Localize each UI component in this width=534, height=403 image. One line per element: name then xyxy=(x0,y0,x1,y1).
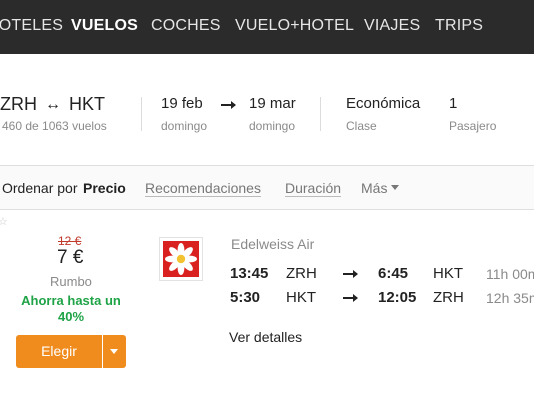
cabin-class-label: Clase xyxy=(346,119,377,133)
flight-result-card[interactable]: ☆ 12 € 7 € Rumbo Ahorra hasta un 40% Ele… xyxy=(0,211,534,403)
return-day: domingo xyxy=(249,119,296,133)
date-arrow-icon xyxy=(221,101,236,109)
select-button[interactable]: Elegir xyxy=(16,335,102,368)
airline-logo xyxy=(159,237,203,281)
nav-item-vuelos[interactable]: VUELOS xyxy=(71,17,138,35)
inbound-to: ZRH xyxy=(433,289,464,306)
inbound-duration: 12h 35m xyxy=(486,290,534,306)
nav-item-hoteles[interactable]: HOTELES xyxy=(0,17,63,35)
passenger-count[interactable]: 1 xyxy=(449,95,457,112)
divider xyxy=(141,97,142,131)
outbound-arr-time: 6:45 xyxy=(378,265,409,282)
inbound-dep-time: 5:30 xyxy=(230,289,261,306)
airline-name: Edelweiss Air xyxy=(231,236,315,252)
arrow-right-icon xyxy=(343,294,358,302)
outbound-dep-time: 13:45 xyxy=(230,265,269,282)
sort-option-precio[interactable]: Precio xyxy=(83,180,126,196)
details-link[interactable]: Ver detalles xyxy=(229,329,302,345)
sort-option-mas-label: Más xyxy=(361,180,388,196)
depart-day: domingo xyxy=(161,119,208,133)
nav-item-trips[interactable]: TRIPS xyxy=(435,17,483,35)
destination-code: HKT xyxy=(69,94,105,114)
origin-code: ZRH xyxy=(0,94,37,114)
outbound-from: ZRH xyxy=(286,265,317,282)
old-price: 12 € xyxy=(58,234,82,248)
flights-count: 460 de 1063 vuelos xyxy=(2,119,107,133)
edelweiss-flower-icon xyxy=(163,241,199,277)
saving-badge: Ahorra hasta un 40% xyxy=(21,293,121,324)
select-dropdown-button[interactable] xyxy=(103,335,126,368)
nav-item-coches[interactable]: COCHES xyxy=(151,17,221,35)
top-nav: HOTELES VUELOS COCHES VUELO+HOTEL VIAJES… xyxy=(0,0,534,54)
nav-item-viajes[interactable]: VIAJES xyxy=(364,17,420,35)
chevron-down-icon xyxy=(391,185,400,190)
route[interactable]: ZRH ↔ HKT xyxy=(0,94,105,115)
sort-option-recomendaciones[interactable]: Recomendaciones xyxy=(145,180,261,196)
arrow-right-icon xyxy=(343,270,358,278)
provider-name: Rumbo xyxy=(50,274,92,289)
star-icon[interactable]: ☆ xyxy=(0,215,8,228)
depart-date[interactable]: 19 feb xyxy=(161,95,203,112)
sort-option-duracion[interactable]: Duración xyxy=(285,180,341,196)
divider xyxy=(320,97,321,131)
inbound-from: HKT xyxy=(286,289,316,306)
outbound-to: HKT xyxy=(433,265,463,282)
passenger-label: Pasajero xyxy=(449,119,497,133)
price: 7 € xyxy=(57,247,84,268)
round-trip-arrows-icon: ↔ xyxy=(45,96,61,113)
outbound-duration: 11h 00m xyxy=(486,266,534,282)
return-date[interactable]: 19 mar xyxy=(249,95,296,112)
inbound-arr-time: 12:05 xyxy=(378,289,417,306)
sort-bar: Ordenar por Precio Recomendaciones Durac… xyxy=(0,166,534,210)
sort-label: Ordenar por xyxy=(2,180,78,196)
nav-item-vuelo-hotel[interactable]: VUELO+HOTEL xyxy=(235,17,354,35)
sort-option-mas[interactable]: Más xyxy=(361,180,400,196)
cabin-class[interactable]: Económica xyxy=(346,95,420,112)
search-summary[interactable]: ZRH ↔ HKT 460 de 1063 vuelos 19 feb doming… xyxy=(0,54,534,166)
